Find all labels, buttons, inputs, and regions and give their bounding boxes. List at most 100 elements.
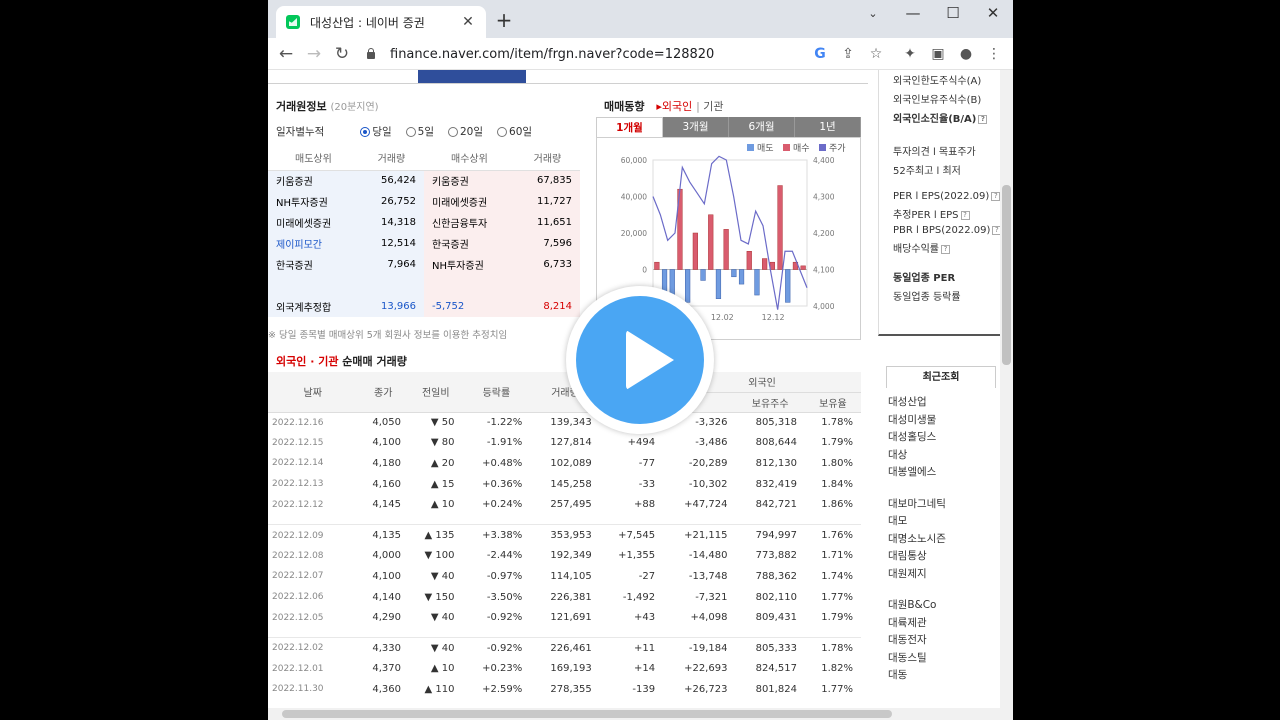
cell-holdings: 842,721 xyxy=(755,499,797,511)
recent-item[interactable]: 대모 xyxy=(886,513,996,531)
cell-institution: -139 xyxy=(632,683,656,695)
reload-icon[interactable]: ↻ xyxy=(330,42,354,66)
forward-icon[interactable]: → xyxy=(302,42,326,66)
bookmark-star-icon[interactable]: ☆ xyxy=(866,44,886,64)
new-tab-button[interactable]: + xyxy=(494,10,514,30)
recent-item[interactable]: 대륙제관 xyxy=(886,615,996,633)
cell-institution: +88 xyxy=(634,499,656,511)
cell-close: 4,145 xyxy=(372,499,402,511)
horizontal-scroll-thumb[interactable] xyxy=(282,710,892,718)
tab-3month[interactable]: 3개월 xyxy=(663,117,729,137)
help-icon[interactable]: ? xyxy=(991,191,1001,201)
profile-avatar-icon[interactable]: ● xyxy=(956,44,976,64)
cell-holdings: 805,318 xyxy=(755,417,797,429)
help-icon[interactable]: ? xyxy=(978,114,988,124)
vertical-scroll-thumb[interactable] xyxy=(1002,185,1011,365)
help-icon[interactable]: ? xyxy=(941,244,950,254)
recent-item[interactable]: 대성홀딩스 xyxy=(886,429,996,447)
cell-change: ▲ 20 xyxy=(430,457,455,469)
recent-item[interactable]: 대명소노시즌 xyxy=(886,531,996,549)
recent-tab[interactable]: 최근조회 xyxy=(886,366,996,388)
recent-item[interactable]: 대동 xyxy=(886,667,996,685)
table-row: 2022.12.05 4,290 ▼ 40 -0.92% 121,691 +43 +4,09… xyxy=(268,607,861,628)
maximize-button[interactable]: ☐ xyxy=(938,4,968,22)
recent-item[interactable]: 대동스틸 xyxy=(886,650,996,668)
cell-change: ▼ 50 xyxy=(430,417,455,429)
cell-holding-rate: 1.84% xyxy=(821,478,853,490)
recent-item[interactable]: 대성미생물 xyxy=(886,412,996,430)
buy-broker: 한국증권 xyxy=(423,233,515,254)
menu-kebab-icon[interactable]: ⋮ xyxy=(984,44,1004,64)
close-window-button[interactable]: ✕ xyxy=(978,4,1008,22)
play-circle[interactable] xyxy=(576,296,704,424)
y2-tick-label: 4,400 xyxy=(813,156,835,165)
legend-swatch xyxy=(783,144,790,151)
cell-holdings: 808,644 xyxy=(755,437,797,449)
col-sell-vol: 거래량 xyxy=(358,146,424,171)
recent-item[interactable]: 대원제지 xyxy=(886,566,996,584)
cell-holdings: 794,997 xyxy=(755,530,797,542)
cell-rate: -1.22% xyxy=(486,417,523,429)
sidebar-industry-rate[interactable]: 동일업종 등락률 xyxy=(893,288,1000,303)
tab-6month[interactable]: 6개월 xyxy=(729,117,795,137)
cell-foreign-net: +22,693 xyxy=(684,663,728,675)
trend-link-foreign[interactable]: ▸외국인 xyxy=(656,100,692,113)
bar xyxy=(738,269,745,285)
address-bar[interactable]: finance.naver.com/item/frgn.naver?code=1… xyxy=(364,41,804,67)
recent-item[interactable]: 대림통상 xyxy=(886,548,996,566)
recent-item[interactable]: 대봉엘에스 xyxy=(886,464,996,482)
browser-tab[interactable]: 대성산업 : 네이버 증권 ✕ xyxy=(276,6,486,38)
horizontal-scrollbar[interactable] xyxy=(268,708,1000,720)
back-icon[interactable]: ← xyxy=(274,42,298,66)
table-row: 2022.12.13 4,160 ▲ 15 +0.36% 145,258 -33 -10,3… xyxy=(268,474,861,495)
trend-title: 매매동향 ▸외국인 | 기관 xyxy=(604,100,724,113)
cell-holding-rate: 1.80% xyxy=(821,457,853,469)
net-trading-table: 날짜 종가 전일비 등락률 거래량 외국인 보유주수 보유율 2022.12.1… xyxy=(268,372,861,700)
help-icon[interactable]: ? xyxy=(960,210,970,220)
period-radio-20d[interactable]: 20일 xyxy=(447,124,483,139)
lock-icon[interactable] xyxy=(364,47,378,61)
cell-rate: +3.38% xyxy=(482,530,523,542)
buy-broker: 키움증권 xyxy=(423,170,515,191)
cell-date: 2022.12.16 xyxy=(272,417,324,428)
legend-label: 주가 xyxy=(829,143,846,154)
nav-tab-active[interactable] xyxy=(418,70,526,83)
cell-rate: -2.44% xyxy=(486,550,523,562)
trend-link-institution[interactable]: 기관 xyxy=(703,100,723,113)
tab-search-chevron-icon[interactable]: ⌄ xyxy=(858,7,888,20)
recent-item[interactable]: 대보마그네틱 xyxy=(886,496,996,514)
buy-broker: 신한금융투자 xyxy=(423,212,515,233)
minimize-button[interactable]: — xyxy=(898,4,928,22)
cell-rate: +2.59% xyxy=(482,683,523,695)
recent-item[interactable]: 대상 xyxy=(886,447,996,465)
cell-institution: -33 xyxy=(638,478,656,490)
cell-date: 2022.12.09 xyxy=(272,530,324,541)
close-tab-icon[interactable]: ✕ xyxy=(460,14,476,30)
share-icon[interactable]: ⇪ xyxy=(838,44,858,64)
tab-1year[interactable]: 1년 xyxy=(795,117,861,137)
google-icon[interactable]: G xyxy=(810,44,830,64)
recent-item[interactable]: 대원B&Co xyxy=(886,597,996,615)
bar xyxy=(708,214,714,270)
period-radio-today[interactable]: 당일 xyxy=(360,124,392,139)
extensions-icon[interactable]: ✦ xyxy=(900,44,920,64)
url-text[interactable]: finance.naver.com/item/frgn.naver?code=1… xyxy=(390,47,714,62)
cell-rate: +0.23% xyxy=(482,663,523,675)
sell-volume: 7,964 xyxy=(358,254,424,275)
tab-1month[interactable]: 1개월 xyxy=(596,117,663,137)
period-radio-5d[interactable]: 5일 xyxy=(405,124,434,139)
recent-item[interactable]: 대동전자 xyxy=(886,632,996,650)
video-play-button[interactable] xyxy=(566,286,714,434)
period-radio-60d[interactable]: 60일 xyxy=(497,124,532,139)
sidebar-industry-per[interactable]: 동일업종 PER xyxy=(893,269,1000,284)
bar xyxy=(654,261,660,270)
nav-tab[interactable] xyxy=(268,70,328,83)
tab-title: 대성산업 : 네이버 증권 xyxy=(310,15,425,30)
recent-item[interactable]: 대성산업 xyxy=(886,394,996,412)
vertical-scrollbar[interactable] xyxy=(1000,70,1013,720)
play-icon[interactable] xyxy=(626,330,674,390)
up-arrow-icon: ▲ xyxy=(424,683,436,695)
col-change: 전일비 xyxy=(409,372,463,413)
side-panel-icon[interactable]: ▣ xyxy=(928,44,948,64)
bar xyxy=(685,269,691,303)
